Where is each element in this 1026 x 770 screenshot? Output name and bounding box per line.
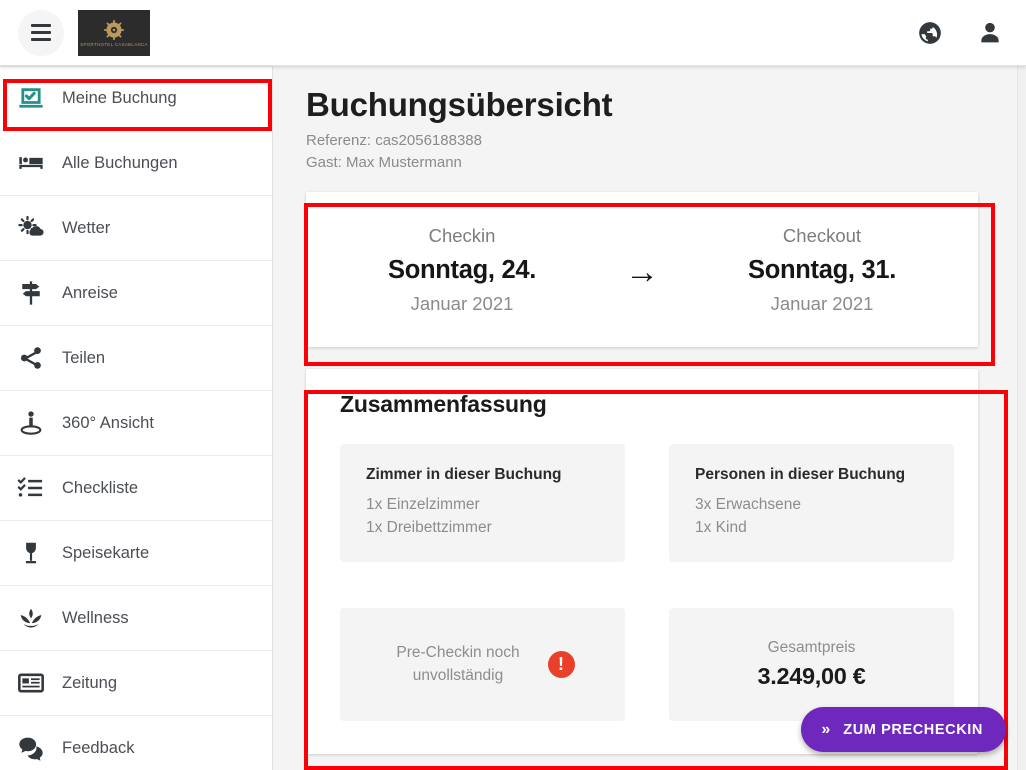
sidebar-item-label: Wetter [62,218,111,237]
precheckin-status-text: Pre-Checkin noch unvollständig [396,644,520,684]
share-icon [0,345,62,371]
rooms-tile: Zimmer in dieser Buchung 1x Einzelzimmer… [340,444,625,563]
sidebar-item-anreise[interactable]: Anreise [0,261,272,326]
newspaper-icon [0,669,62,697]
hamburger-line [31,24,51,27]
sidebar-item-checkliste[interactable]: Checkliste [0,456,272,521]
persons-tile: Personen in dieser Buchung 3x Erwachsene… [669,444,954,563]
hamburger-menu-icon[interactable] [18,9,64,56]
checkin-block: Checkin Sonntag, 24. Januar 2021 [347,225,577,315]
sidebar-item-meine-buchung[interactable]: Meine Buchung [0,66,272,131]
sidebar-item-label: Feedback [62,738,135,757]
top-bar-actions [917,19,1004,47]
sidebar-item-label: Anreise [62,283,118,302]
chat-icon [0,734,62,762]
summary-card: Zusammenfassung Zimmer in dieser Buchung… [306,369,978,755]
sidebar-item-label: Meine Buchung [62,89,177,107]
checkout-block: Checkout Sonntag, 31. Januar 2021 [707,225,937,315]
user-icon[interactable] [976,19,1004,47]
lotus-icon [0,604,62,632]
sidebar-item-feedback[interactable]: Feedback [0,716,272,770]
total-price-value: 3.249,00 € [757,663,866,690]
booking-reference: Referenz: cas2056188388 [306,131,482,149]
alert-exclamation-icon: ! [547,651,575,679]
sidebar-item-360-ansicht[interactable]: 360° Ansicht [0,391,272,456]
zum-precheckin-label: ZUM PRECHECKIN [843,721,983,738]
sidebar-item-label: Wellness [62,608,129,627]
checkout-label: Checkout [782,224,862,246]
precheckin-status-tile[interactable]: Pre-Checkin noch unvollständig ! [340,608,625,722]
summary-title: Zusammenfassung [340,391,547,418]
double-chevron-right-icon: » [821,720,831,738]
bed-icon [0,149,62,177]
checkout-month: Januar 2021 [770,292,874,314]
sidebar-item-teilen[interactable]: Teilen [0,326,272,391]
checklist-icon [0,474,62,502]
zum-precheckin-button[interactable]: » ZUM PRECHECKIN [801,707,1006,752]
app-root: SPORTHOTEL CASABLANCA Meine Buchung Alle… [0,0,1026,770]
sidebar-item-zeitung[interactable]: Zeitung [0,651,272,716]
sidebar-navigation: Meine Buchung Alle Buchungen Wetter Anre… [0,66,273,770]
guest-name: Gast: Max Mustermann [306,153,462,171]
arrow-right-icon: → [625,252,659,291]
sidebar-item-label: Zeitung [62,673,118,692]
top-bar: SPORTHOTEL CASABLANCA [0,0,1026,66]
summary-tiles: Zimmer in dieser Buchung 1x Einzelzimmer… [340,444,954,722]
persons-line-2: 1x Kind [695,519,747,537]
signpost-icon [0,279,62,307]
edelweiss-logo-icon [103,19,125,40]
rooms-line-2: 1x Dreibettzimmer [366,519,492,537]
checkin-label: Checkin [428,224,496,246]
checkin-month: Januar 2021 [410,292,514,314]
checkout-day: Sonntag, 31. [747,255,896,284]
sidebar-item-label: Alle Buchungen [62,153,178,172]
hotel-logo[interactable]: SPORTHOTEL CASABLANCA [78,9,150,56]
sidebar-item-alle-buchungen[interactable]: Alle Buchungen [0,131,272,196]
persons-line-1: 3x Erwachsene [695,496,801,514]
wine-glass-icon [0,540,62,566]
sidebar-item-label: 360° Ansicht [62,413,154,432]
hamburger-line [31,38,51,41]
persons-heading: Personen in dieser Buchung [695,466,906,484]
sidebar-item-wetter[interactable]: Wetter [0,196,272,261]
main-scrollbar[interactable] [1017,66,1026,770]
rooms-heading: Zimmer in dieser Buchung [366,466,562,484]
hamburger-line [31,31,51,34]
sidebar-item-speisekarte[interactable]: Speisekarte [0,521,272,586]
total-price-tile: Gesamtpreis 3.249,00 € [669,608,954,722]
logo-wordmark: SPORTHOTEL CASABLANCA [80,41,148,47]
page-title: Buchungsübersicht [306,86,613,123]
panorama-icon [0,409,62,437]
rooms-line-1: 1x Einzelzimmer [366,496,480,514]
weather-icon [0,214,62,242]
total-price-label: Gesamtpreis [767,639,856,657]
sidebar-item-label: Checkliste [62,478,139,497]
checkin-day: Sonntag, 24. [387,255,536,284]
stay-dates-card: Checkin Sonntag, 24. Januar 2021 → Check… [306,192,978,348]
sidebar-item-label: Speisekarte [62,543,150,562]
globe-icon[interactable] [917,20,943,46]
laptop-check-icon [0,85,62,113]
sidebar-item-wellness[interactable]: Wellness [0,586,272,651]
main-content: Buchungsübersicht Referenz: cas205618838… [273,66,1026,770]
sidebar-item-label: Teilen [62,348,106,367]
